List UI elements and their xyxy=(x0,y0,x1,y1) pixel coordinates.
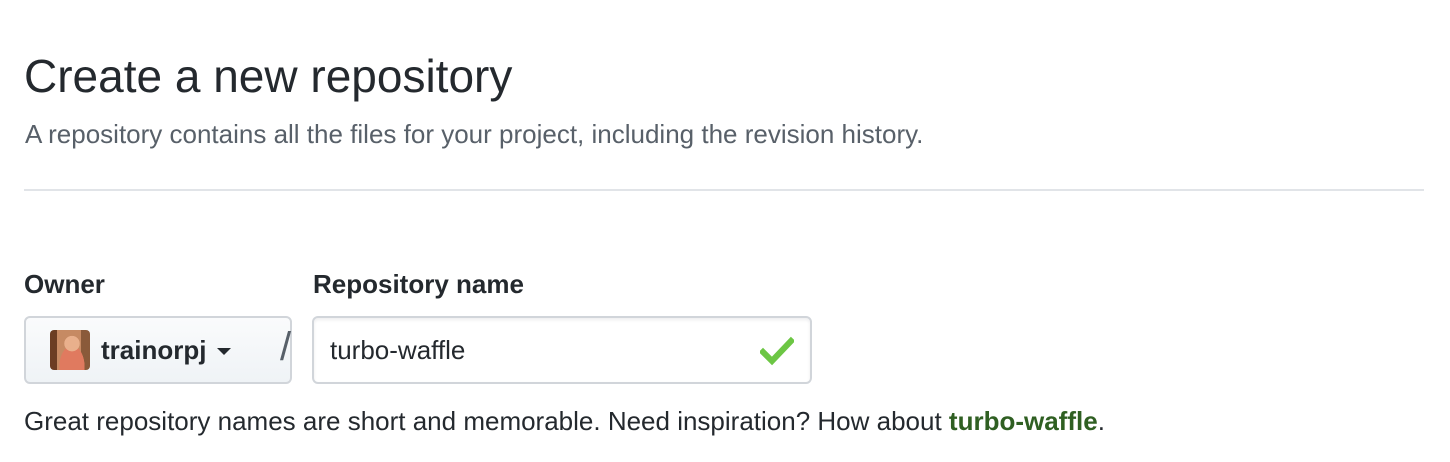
check-icon xyxy=(760,336,794,366)
hint-text: Great repository names are short and mem… xyxy=(24,406,949,436)
caret-down-icon xyxy=(217,347,232,355)
owner-name: trainorpj xyxy=(101,334,207,365)
repository-name-input[interactable] xyxy=(330,318,730,382)
repository-name-hint: Great repository names are short and mem… xyxy=(24,404,1105,438)
suggested-name-link[interactable]: turbo-waffle xyxy=(949,406,1098,436)
owner-select[interactable]: trainorpj xyxy=(24,316,292,384)
owner-repo-separator: / xyxy=(280,325,292,369)
repository-name-field xyxy=(312,316,812,384)
divider xyxy=(24,189,1424,191)
avatar xyxy=(50,330,90,370)
owner-label: Owner xyxy=(24,269,105,299)
repository-name-label: Repository name xyxy=(313,269,524,299)
page-subtitle: A repository contains all the files for … xyxy=(25,119,924,149)
page-title: Create a new repository xyxy=(24,50,513,102)
hint-suffix: . xyxy=(1097,406,1105,436)
